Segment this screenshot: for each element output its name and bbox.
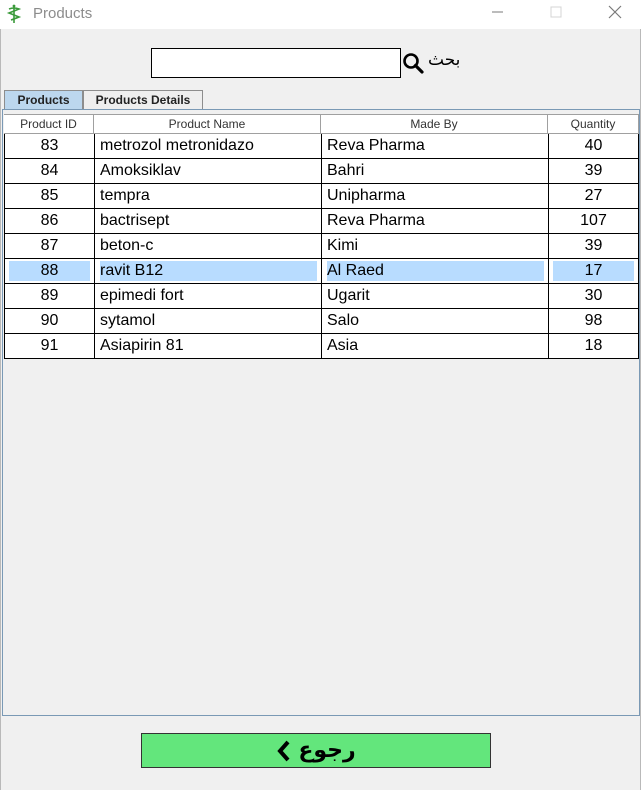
cell-product-id[interactable]: 85 bbox=[4, 184, 94, 208]
table-row[interactable]: 86 bactrisept Reva Pharma 107 bbox=[4, 209, 639, 234]
minimize-icon bbox=[492, 11, 503, 13]
cell-product-name[interactable]: Amoksiklav bbox=[94, 159, 321, 183]
table-row[interactable]: 91 Asiapirin 81 Asia 18 bbox=[4, 334, 639, 359]
maximize-button[interactable] bbox=[532, 0, 578, 29]
tab-products[interactable]: Products bbox=[4, 90, 83, 110]
cell-product-id[interactable]: 91 bbox=[4, 334, 94, 358]
table-row[interactable]: 89 epimedi fort Ugarit 30 bbox=[4, 284, 639, 309]
table-row[interactable]: 87 beton-c Kimi 39 bbox=[4, 234, 639, 259]
cell-made-by[interactable]: Reva Pharma bbox=[321, 134, 548, 158]
cell-text: 88 bbox=[9, 261, 90, 281]
caduceus-icon bbox=[6, 4, 22, 23]
cell-quantity[interactable]: 39 bbox=[548, 234, 639, 258]
maximize-icon bbox=[550, 6, 562, 18]
title-bar: Products bbox=[0, 0, 641, 29]
column-header-product-name[interactable]: Product Name bbox=[94, 115, 321, 134]
cell-product-id[interactable]: 83 bbox=[4, 134, 94, 158]
cell-made-by[interactable]: Asia bbox=[321, 334, 548, 358]
cell-made-by[interactable]: Al Raed bbox=[321, 259, 548, 283]
cell-product-name[interactable]: beton-c bbox=[94, 234, 321, 258]
tab-products-details[interactable]: Products Details bbox=[83, 90, 203, 110]
cell-product-name[interactable]: ravit B12 bbox=[94, 259, 321, 283]
search-icon[interactable] bbox=[402, 52, 424, 74]
minimize-button[interactable] bbox=[474, 0, 520, 29]
column-header-product-id[interactable]: Product ID bbox=[4, 115, 94, 134]
table-row[interactable]: 90 sytamol Salo 98 bbox=[4, 309, 639, 334]
chevron-left-icon bbox=[277, 740, 290, 761]
cell-product-name[interactable]: epimedi fort bbox=[94, 284, 321, 308]
table-header: Product ID Product Name Made By Quantity bbox=[4, 114, 639, 134]
window-title: Products bbox=[33, 5, 93, 22]
search-label: بحث bbox=[428, 50, 461, 70]
cell-product-id[interactable]: 84 bbox=[4, 159, 94, 183]
cell-product-id[interactable]: 90 bbox=[4, 309, 94, 333]
cell-quantity[interactable]: 27 bbox=[548, 184, 639, 208]
cell-text: ravit B12 bbox=[100, 261, 317, 281]
cell-made-by[interactable]: Unipharma bbox=[321, 184, 548, 208]
cell-product-id[interactable]: 87 bbox=[4, 234, 94, 258]
table-row[interactable]: 83 metrozol metronidazo Reva Pharma 40 bbox=[4, 134, 639, 159]
search-input[interactable] bbox=[151, 48, 401, 78]
cell-product-name[interactable]: Asiapirin 81 bbox=[94, 334, 321, 358]
cell-made-by[interactable]: Reva Pharma bbox=[321, 209, 548, 233]
cell-quantity[interactable]: 39 bbox=[548, 159, 639, 183]
column-header-made-by[interactable]: Made By bbox=[321, 115, 548, 134]
cell-text: Al Raed bbox=[327, 261, 544, 281]
back-button[interactable]: رجوع bbox=[141, 733, 491, 768]
cell-made-by[interactable]: Bahri bbox=[321, 159, 548, 183]
cell-made-by[interactable]: Ugarit bbox=[321, 284, 548, 308]
cell-quantity[interactable]: 18 bbox=[548, 334, 639, 358]
cell-made-by[interactable]: Salo bbox=[321, 309, 548, 333]
cell-quantity[interactable]: 30 bbox=[548, 284, 639, 308]
cell-product-name[interactable]: sytamol bbox=[94, 309, 321, 333]
products-table: Product ID Product Name Made By Quantity… bbox=[4, 114, 639, 359]
cell-product-id[interactable]: 88 bbox=[4, 259, 94, 283]
table-row[interactable]: 85 tempra Unipharma 27 bbox=[4, 184, 639, 209]
cell-product-name[interactable]: metrozol metronidazo bbox=[94, 134, 321, 158]
cell-text: 17 bbox=[553, 261, 634, 281]
cell-product-name[interactable]: tempra bbox=[94, 184, 321, 208]
cell-quantity[interactable]: 17 bbox=[548, 259, 639, 283]
cell-product-id[interactable]: 86 bbox=[4, 209, 94, 233]
cell-product-name[interactable]: bactrisept bbox=[94, 209, 321, 233]
table-row[interactable]: 84 Amoksiklav Bahri 39 bbox=[4, 159, 639, 184]
cell-quantity[interactable]: 98 bbox=[548, 309, 639, 333]
table-body: 83 metrozol metronidazo Reva Pharma 40 8… bbox=[4, 134, 639, 359]
back-button-label: رجوع bbox=[298, 738, 356, 763]
close-icon bbox=[608, 5, 622, 19]
cell-product-id[interactable]: 89 bbox=[4, 284, 94, 308]
cell-made-by[interactable]: Kimi bbox=[321, 234, 548, 258]
column-header-quantity[interactable]: Quantity bbox=[548, 115, 639, 134]
table-row-selected[interactable]: 88 ravit B12 Al Raed 17 bbox=[4, 259, 639, 284]
close-button[interactable] bbox=[592, 0, 638, 29]
cell-quantity[interactable]: 40 bbox=[548, 134, 639, 158]
cell-quantity[interactable]: 107 bbox=[548, 209, 639, 233]
